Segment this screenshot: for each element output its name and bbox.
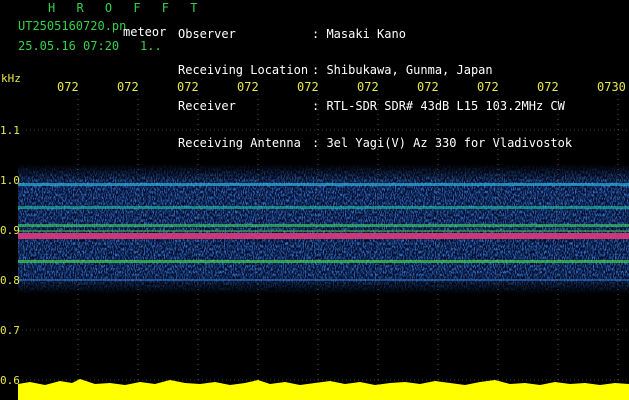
x-tick: 072 (417, 80, 439, 94)
separator-label: 1.. (140, 39, 162, 53)
signal-line-lower (18, 279, 629, 281)
meteor-label: meteor (123, 25, 167, 39)
x-tick: 072 (357, 80, 379, 94)
signal-line-main (18, 233, 629, 239)
y-tick: 1.1 (0, 124, 20, 137)
power-trace (18, 379, 629, 400)
x-tick: 072 (237, 80, 259, 94)
location-value: : Shibukawa, Gunma, Japan (312, 63, 493, 78)
datetime: 25.05.16 07:20 (18, 39, 120, 53)
location-row: Receiving Location: Shibukawa, Gunma, Ja… (178, 64, 572, 76)
y-axis-unit: kHz (1, 72, 21, 85)
x-tick: 072 (537, 80, 559, 94)
signal-line-green (18, 224, 629, 227)
y-tick: 0.7 (0, 324, 20, 337)
x-tick: 072 (177, 80, 199, 94)
signal-line-upper (18, 183, 629, 186)
x-tick: 072 (477, 80, 499, 94)
y-tick: 0.6 (0, 374, 20, 387)
signal-line-lower-green (18, 260, 629, 263)
observer-value: : Masaki Kano (312, 27, 406, 41)
y-tick: 1.0 (0, 174, 20, 187)
x-tick: 072 (57, 80, 79, 94)
x-tick: 072 (297, 80, 319, 94)
x-tick: 072 (117, 80, 139, 94)
signal-line-main-halo (18, 230, 629, 232)
location-label: Receiving Location (178, 63, 309, 78)
y-tick: 0.8 (0, 274, 20, 287)
observer-row: Observer : Masaki Kano (178, 28, 572, 40)
signal-line-cyan (18, 206, 629, 209)
y-tick: 0.9 (0, 224, 20, 237)
observer-label: Observer (178, 27, 236, 41)
x-tick: 0730 (597, 80, 626, 94)
spectrogram (18, 94, 629, 400)
file-name: UT2505160720.pn (18, 19, 127, 33)
